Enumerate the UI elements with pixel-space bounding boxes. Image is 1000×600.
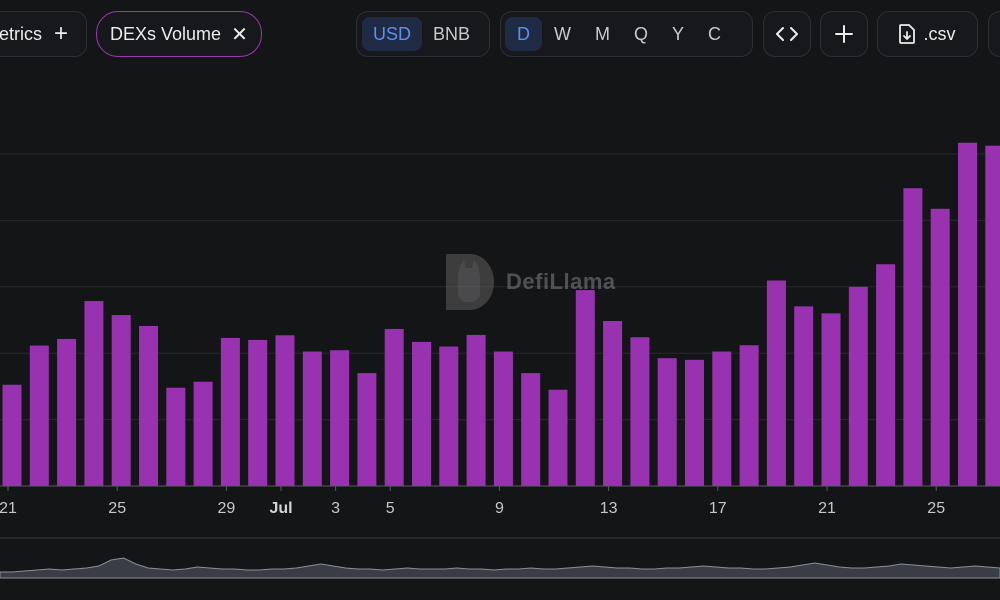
close-icon[interactable]: ✕ [231,22,248,47]
currency-toggle: USD BNB [356,11,490,57]
bar[interactable] [248,339,268,486]
x-tick-label: Jul [269,500,292,517]
bar[interactable] [357,373,377,486]
add-metrics-button[interactable]: etrics + [0,11,87,57]
bar[interactable] [876,264,896,486]
download-csv-button[interactable]: .csv [877,11,978,57]
bar[interactable] [766,280,786,486]
plus-icon [835,25,853,43]
chart-toolbar: etrics + DEXs Volume ✕ USD BNB D W M Q Y… [0,0,1000,70]
bar[interactable] [821,313,841,486]
more-button[interactable] [988,11,1000,57]
x-tick-label: 29 [218,500,236,517]
interval-option-w[interactable]: W [542,17,583,51]
bar[interactable] [739,345,759,486]
plus-icon: + [54,20,69,47]
x-tick-label: 3 [331,500,340,517]
file-download-icon [899,24,916,44]
bar[interactable] [930,208,950,486]
bar[interactable] [685,359,704,486]
interval-option-m[interactable]: M [583,17,622,51]
bar[interactable] [384,328,404,486]
bar[interactable] [193,381,213,486]
bar[interactable] [603,320,623,486]
dex-chip-label: DEXs Volume [110,23,222,44]
x-tick-label: 5 [386,500,395,517]
dex-volume-chip[interactable]: DEXs Volume ✕ [96,11,262,57]
embed-button[interactable] [763,11,811,57]
bar[interactable] [794,306,814,486]
bar[interactable] [985,145,1000,486]
metrics-label: etrics [0,23,43,44]
bar[interactable] [657,358,677,486]
x-tick-label: 17 [709,500,727,517]
bar[interactable] [111,315,131,486]
bar[interactable] [439,346,459,486]
bar[interactable] [521,373,541,486]
x-tick-label: 25 [927,500,945,517]
bar[interactable] [275,335,295,486]
bar[interactable] [220,337,240,486]
x-tick-label: 9 [495,500,504,517]
x-tick-label: 21 [0,500,17,517]
currency-option-usd[interactable]: USD [362,17,423,51]
chart-bars [2,142,1000,487]
bar[interactable] [575,290,595,486]
interval-option-q[interactable]: Q [622,17,660,51]
bar[interactable] [84,301,104,486]
bar[interactable] [139,325,158,486]
bar[interactable] [548,389,568,486]
bar[interactable] [29,345,49,486]
bar[interactable] [493,351,513,486]
x-tick-label: 13 [600,500,618,517]
dex-volume-chart: 21 25 29 Jul 3 5 9 13 17 21 25 [0,142,1000,579]
bar[interactable] [958,142,977,486]
x-axis-ticks: 21 25 29 Jul 3 5 9 13 17 21 25 [0,486,945,517]
code-icon [776,27,798,41]
x-tick-label: 25 [108,500,126,517]
interval-toggle: D W M Q Y C [500,11,753,57]
overview-sparkline [0,557,1000,579]
bar[interactable] [412,341,431,486]
bar[interactable] [2,384,22,486]
interval-option-y[interactable]: Y [660,17,696,51]
currency-option-bnb[interactable]: BNB [422,17,481,51]
csv-label: .csv [923,23,956,44]
bar[interactable] [848,286,868,486]
bar[interactable] [57,338,77,486]
add-chart-button[interactable] [820,11,868,57]
bar[interactable] [630,337,650,486]
interval-option-c[interactable]: C [696,17,733,51]
bar[interactable] [166,387,186,486]
bar[interactable] [712,351,732,486]
interval-option-d[interactable]: D [505,17,542,51]
bar[interactable] [302,351,322,486]
bar[interactable] [330,350,350,486]
bar[interactable] [466,334,486,486]
overview-slider[interactable] [0,537,1000,579]
x-tick-label: 21 [818,500,836,517]
bar[interactable] [903,188,923,487]
